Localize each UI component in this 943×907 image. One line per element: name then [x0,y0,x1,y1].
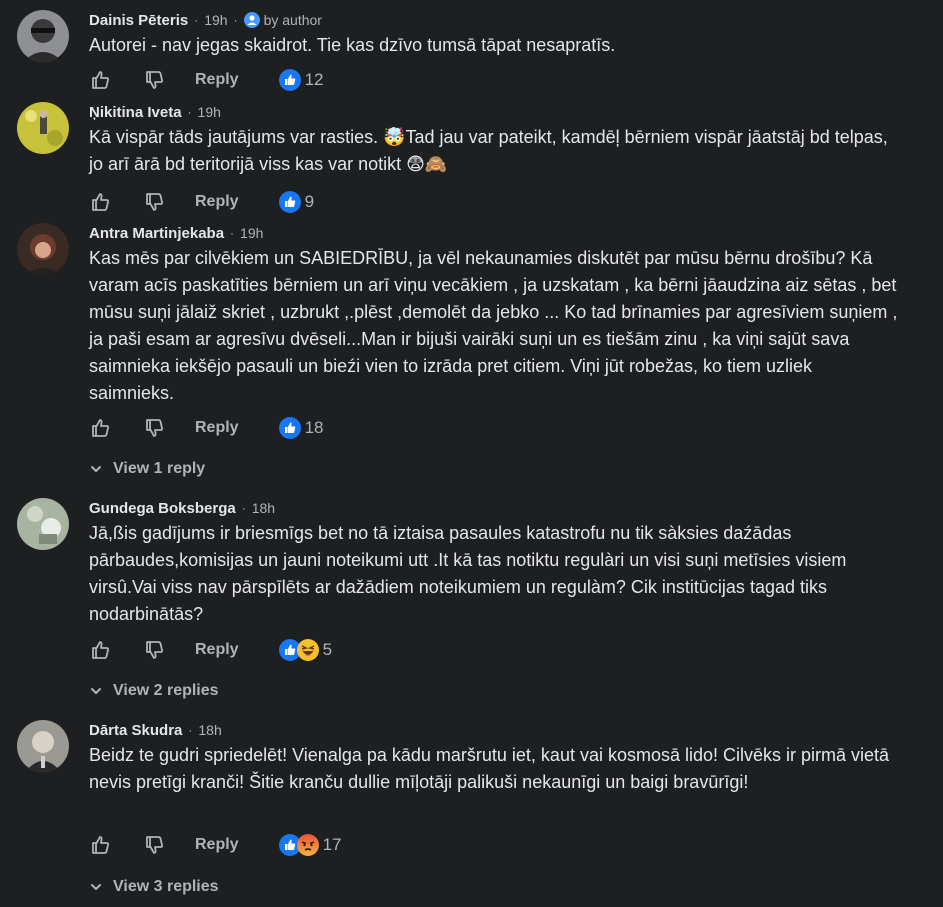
like-icon [278,191,301,213]
dislike-outline-icon[interactable] [143,191,165,213]
author-badge-icon [243,12,260,28]
reactions[interactable]: 9 [278,191,315,213]
avatar[interactable] [17,720,69,772]
reaction-count: 12 [304,70,324,89]
dislike-outline-icon[interactable] [143,417,165,439]
comment-header: Dārta Skudra · 18h [89,720,222,740]
comment-text: Autorei - nav jegas skaidrot. Tie kas dz… [89,35,616,55]
dislike-outline-icon[interactable] [143,69,165,91]
author-name[interactable]: Antra Martinjekaba [89,225,224,242]
comment-header: Dainis Pēteris · 19h · by author [89,10,322,30]
comment-actions: Reply 9 [89,190,314,214]
separator-dot: · [241,501,246,515]
view-replies-button[interactable]: View 1 reply [89,458,205,480]
view-replies-button[interactable]: View 3 replies [89,876,219,898]
reactions[interactable]: 18 [278,417,324,439]
reaction-count: 18 [304,418,324,437]
separator-dot: · [230,226,235,240]
comment-text: Jā,ßis gadījums ir briesmīgs bet no tā i… [89,523,847,624]
avatar[interactable] [17,498,69,550]
like-outline-icon[interactable] [89,191,111,213]
reaction-count: 9 [304,192,315,211]
view-replies-button[interactable]: View 2 replies [89,680,219,702]
reply-button[interactable]: Reply [195,641,239,659]
haha-icon [296,639,319,661]
comment-header: Antra Martinjekaba · 19h [89,223,263,243]
reactions[interactable]: 17 [278,834,342,856]
comment-header: Gundega Boksberga · 18h [89,498,275,518]
avatar[interactable] [17,223,69,275]
author-name[interactable]: Ņikitina Iveta [89,104,182,121]
timestamp[interactable]: 19h [204,12,227,28]
reply-button[interactable]: Reply [195,419,239,437]
view-replies-label: View 2 replies [113,682,219,699]
separator-dot: · [194,13,199,27]
like-icon [278,69,301,91]
avatar[interactable] [17,102,69,154]
comment-text: Beidz te gudri spriedelēt! Vienalga pa k… [89,745,890,792]
author-name[interactable]: Dainis Pēteris [89,12,188,29]
author-name[interactable]: Dārta Skudra [89,722,182,739]
chevron-down-icon [91,688,101,694]
like-outline-icon[interactable] [89,417,111,439]
timestamp[interactable]: 18h [198,722,221,738]
author-badge-label: by author [263,12,322,28]
like-outline-icon[interactable] [89,69,111,91]
dislike-outline-icon[interactable] [143,639,165,661]
comment-actions: Reply 17 [89,833,342,857]
timestamp[interactable]: 19h [240,225,263,241]
timestamp[interactable]: 18h [252,500,275,516]
comment-actions: Reply 5 [89,638,332,662]
timestamp[interactable]: 19h [198,104,221,120]
chevron-down-icon [91,884,101,890]
comment-header: Ņikitina Iveta · 19h [89,102,221,122]
reaction-count: 17 [322,835,342,854]
like-outline-icon[interactable] [89,639,111,661]
view-replies-label: View 1 reply [113,460,206,477]
comment-actions: Reply 12 [89,68,324,92]
angry-icon [296,834,319,856]
reactions[interactable]: 5 [278,639,333,661]
comment-actions: Reply 18 [89,416,324,440]
author-badge: by author [243,12,322,28]
reactions[interactable]: 12 [278,69,324,91]
reaction-count: 5 [322,640,333,659]
separator-dot: · [187,105,192,119]
separator-dot: · [233,13,238,27]
comment-text: Kā vispār tāds jautājums var rasties. 🤯T… [89,127,888,174]
reply-button[interactable]: Reply [195,71,239,89]
comment-text: Kas mēs par cilvēkiem un SABIEDRĪBU, ja … [89,248,898,403]
author-name[interactable]: Gundega Boksberga [89,500,236,517]
view-replies-label: View 3 replies [113,878,219,895]
chevron-down-icon [91,466,101,472]
avatar[interactable] [17,10,69,62]
like-outline-icon[interactable] [89,834,111,856]
separator-dot: · [188,723,193,737]
reply-button[interactable]: Reply [195,836,239,854]
reply-button[interactable]: Reply [195,193,239,211]
like-icon [278,417,301,439]
dislike-outline-icon[interactable] [143,834,165,856]
